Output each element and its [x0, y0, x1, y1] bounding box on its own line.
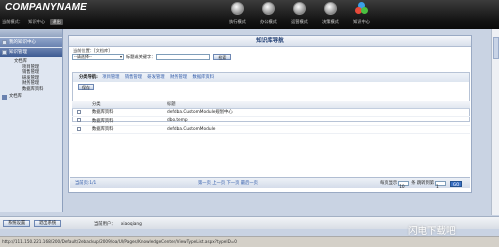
sidebar-section-my-knowledge[interactable]: 我的知识中心: [0, 38, 62, 47]
status-url: http://111.150.221.168/200/Default/2ebac…: [2, 239, 237, 244]
goto-label: 条 跳转到第: [411, 181, 435, 186]
exit-system-button[interactable]: 退出系统: [34, 220, 62, 227]
sidebar-section-knowledge-manage[interactable]: 知识管理: [0, 48, 62, 57]
category-select[interactable]: --请选择--: [72, 54, 124, 60]
current-user: 当前用户： xiaoqiang: [94, 221, 146, 227]
header-subline: 当前模式： 知识中心 退出: [2, 19, 67, 25]
scrollbar-thumb[interactable]: [493, 37, 499, 59]
row-checkbox[interactable]: [77, 109, 81, 114]
category-link-finance[interactable]: 财务管理: [170, 75, 187, 80]
module-decision[interactable]: 决策模式: [315, 1, 346, 25]
decision-sphere-icon: [324, 2, 337, 15]
row-title[interactable]: defdba.CustomModule规划中心: [167, 108, 470, 117]
company-logo: COMPANYNAME: [5, 2, 88, 13]
system-settings-button[interactable]: 系统设置: [3, 220, 31, 227]
sidebar-item-library[interactable]: 文档库: [0, 93, 62, 101]
search-button[interactable]: 检索: [213, 54, 232, 60]
sidebar-section-label: 我的知识中心: [9, 40, 36, 45]
sidebar-top-strip: [0, 29, 62, 37]
module-switcher: 执行模式 办公模式 运营模式 决策模式 知识中心: [222, 1, 377, 25]
category-link-sales[interactable]: 销售管理: [125, 75, 142, 80]
folder-icon: [2, 40, 7, 45]
module-label: 办公模式: [260, 19, 277, 24]
page-nav-links[interactable]: 第一页 上一页 下一页 最后一页: [198, 178, 258, 189]
row-title[interactable]: defdba.CustomModule: [167, 125, 470, 134]
current-user-label: 当前用户：: [94, 222, 116, 227]
save-button[interactable]: 保存: [78, 84, 94, 90]
row-category: 数据库资料: [92, 108, 167, 117]
page-size-label: 每页显示: [380, 181, 398, 186]
page-size-input[interactable]: 10: [398, 181, 410, 190]
row-title[interactable]: dbo.temp: [167, 116, 470, 126]
page-info: 当前页:1/1: [75, 181, 97, 186]
document-table: 分类 标题 数据库资料 defdba.CustomModule规划中心 数据库资…: [72, 101, 470, 134]
column-header-select: [72, 101, 92, 109]
go-button[interactable]: GO: [450, 180, 463, 187]
module-office[interactable]: 办公模式: [253, 1, 284, 25]
table-header-row: 分类 标题: [72, 101, 470, 109]
module-label: 决策模式: [322, 19, 339, 24]
chart-sphere-icon: [293, 2, 306, 15]
category-link-rnd[interactable]: 研发管理: [147, 75, 164, 80]
column-header-title[interactable]: 标题: [167, 101, 470, 109]
module-execute[interactable]: 执行模式: [222, 1, 253, 25]
sidebar-item-label: 文档库: [9, 94, 22, 99]
module-label: 运营模式: [291, 19, 308, 24]
knowledge-cluster-icon: [355, 2, 368, 15]
filter-bar: --请选择-- 标题或关键字： 检索: [72, 54, 232, 60]
category-link-project[interactable]: 项目管理: [102, 75, 119, 80]
keyword-input[interactable]: [156, 54, 211, 60]
keyword-label: 标题或关键字：: [126, 54, 156, 59]
folder-icon: [2, 50, 7, 55]
logout-button[interactable]: 退出: [50, 19, 63, 25]
sidebar-section-label: 知识管理: [9, 50, 27, 55]
globe-sphere-icon: [262, 2, 275, 15]
row-checkbox[interactable]: [77, 126, 81, 131]
sidebar-tree: 文档库 项目管理 销售管理 研发管理 财务管理 数据库资料: [0, 57, 62, 92]
module-knowledge[interactable]: 知识中心: [346, 1, 377, 25]
module-operation[interactable]: 运营模式: [284, 1, 315, 25]
table-row[interactable]: 数据库资料 dbo.temp: [72, 116, 470, 126]
goto-page-input[interactable]: 1: [435, 181, 447, 190]
row-category: 数据库资料: [92, 116, 167, 126]
row-category: 数据库资料: [92, 125, 167, 134]
module-label: 执行模式: [229, 19, 246, 24]
category-link-database[interactable]: 数据库资料: [193, 75, 214, 80]
page-title: 知识库导航: [69, 36, 471, 47]
row-checkbox[interactable]: [77, 118, 81, 122]
watermark-text: 闪电下载吧: [408, 226, 456, 237]
table-row[interactable]: 数据库资料 defdba.CustomModule规划中心: [72, 108, 470, 117]
current-user-name: xiaoqiang: [120, 222, 142, 227]
main-scrollbar[interactable]: [491, 29, 499, 215]
mode-label: 当前模式：: [2, 19, 23, 24]
module-label: 知识中心: [353, 19, 370, 24]
page-controls: 每页显示 10 条 跳转到第 1 GO: [380, 178, 463, 190]
browser-status-bar: http://111.150.221.168/200/Default/2ebac…: [0, 236, 499, 247]
left-sidebar: 我的知识中心 知识管理 文档库 项目管理 销售管理 研发管理 财务管理 数据库资…: [0, 29, 63, 212]
top-header: COMPANYNAME 当前模式： 知识中心 退出 执行模式 办公模式 运营模式…: [0, 0, 499, 29]
folder-icon: [2, 94, 7, 100]
mode-value[interactable]: 知识中心: [28, 19, 45, 24]
category-nav-label: 分类导航:: [79, 75, 98, 80]
gear-sphere-icon: [231, 2, 244, 15]
category-nav: 分类导航: 项目管理 销售管理 研发管理 财务管理 数据库资料: [73, 73, 469, 82]
pagination-bar: 当前页:1/1 第一页 上一页 下一页 最后一页 每页显示 10 条 跳转到第 …: [70, 177, 470, 190]
table-row[interactable]: 数据库资料 defdba.CustomModule: [72, 125, 470, 134]
column-header-category[interactable]: 分类: [92, 101, 167, 109]
main-panel: 知识库导航 当前位置：[文档库] --请选择-- 标题或关键字： 检索 分类导航…: [68, 35, 472, 193]
tree-item-database[interactable]: 数据库资料: [8, 87, 62, 93]
